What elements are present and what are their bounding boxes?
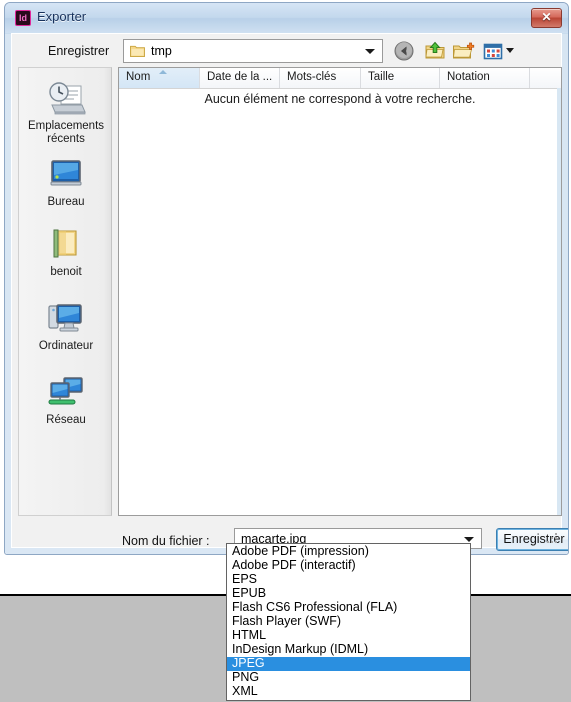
file-type-option[interactable]: Flash Player (SWF)	[227, 615, 470, 629]
close-icon: ✕	[541, 10, 552, 24]
new-folder-icon[interactable]	[452, 40, 476, 62]
column-header-notation[interactable]: Notation	[440, 68, 530, 88]
path-row: Enregistrer tmp	[12, 38, 563, 66]
back-icon[interactable]	[393, 40, 415, 62]
column-label: Taille	[368, 71, 395, 83]
column-label: Nom	[126, 71, 151, 83]
sidebar-item-label: benoit	[50, 266, 82, 278]
save-in-label: Enregistrer	[48, 44, 110, 58]
indesign-id-icon: Id	[15, 10, 31, 26]
network-icon	[48, 377, 83, 405]
column-header-taille[interactable]: Taille	[361, 68, 440, 88]
resize-grip-icon[interactable]	[546, 532, 558, 544]
sidebar-item-label: Réseau	[46, 414, 86, 426]
title-bar[interactable]: Id Exporter ✕	[5, 3, 568, 33]
places-sidebar: Emplacements récents Bureau benoit Ordin…	[18, 67, 112, 516]
sidebar-item-label: Bureau	[47, 196, 85, 208]
file-type-option[interactable]: XML	[227, 685, 470, 699]
file-type-option[interactable]: EPUB	[227, 587, 470, 601]
column-header-nom[interactable]: Nom	[119, 68, 200, 88]
column-header-empty[interactable]	[530, 68, 561, 88]
save-button[interactable]: Enregistrer	[496, 528, 568, 551]
folder-path-combobox[interactable]: tmp	[123, 39, 383, 63]
file-list[interactable]: Nom Date de la ... Mots-clés Taille Nota…	[118, 67, 562, 516]
sidebar-item-recent-places[interactable]: Emplacements récents	[19, 80, 113, 146]
column-header-date[interactable]: Date de la ...	[200, 68, 280, 88]
file-type-option[interactable]: HTML	[227, 629, 470, 643]
screen: Id Exporter ✕ Enregistrer tmp Emplacemen…	[0, 0, 571, 702]
close-button[interactable]: ✕	[531, 8, 562, 28]
window-title: Exporter	[37, 9, 87, 24]
file-type-option[interactable]: Flash CS6 Professional (FLA)	[227, 601, 470, 615]
sidebar-item-label-2: récents	[47, 133, 85, 145]
sort-ascending-icon	[159, 70, 167, 74]
computer-icon	[48, 304, 82, 332]
chevron-down-icon[interactable]	[464, 537, 474, 542]
file-type-option[interactable]: PNG	[227, 671, 470, 685]
column-label: Notation	[447, 71, 490, 83]
column-label: Mots-clés	[287, 71, 337, 83]
up-folder-icon[interactable]	[424, 40, 446, 62]
dialog-body: Enregistrer tmp Emplacements récents Bur…	[11, 33, 568, 551]
column-label: Date de la ...	[207, 71, 273, 83]
views-chevron-down-icon[interactable]	[506, 48, 514, 53]
sidebar-item-label: Emplacements	[27, 120, 105, 132]
folder-icon	[130, 45, 145, 57]
file-type-option[interactable]: EPS	[227, 573, 470, 587]
sidebar-item-desktop[interactable]: Bureau	[19, 156, 113, 209]
chevron-down-icon[interactable]	[365, 49, 375, 54]
user-folder-icon	[53, 229, 77, 258]
column-header-motscles[interactable]: Mots-clés	[280, 68, 361, 88]
recent-places-icon	[49, 82, 86, 115]
folder-path-value: tmp	[151, 44, 172, 58]
file-type-option[interactable]: Adobe PDF (impression)	[227, 545, 470, 559]
file-type-option[interactable]: InDesign Markup (IDML)	[227, 643, 470, 657]
export-dialog: Id Exporter ✕ Enregistrer tmp Emplacemen…	[4, 2, 569, 555]
views-icon[interactable]	[482, 40, 504, 62]
file-type-option[interactable]: JPEG	[227, 657, 470, 671]
sidebar-item-computer[interactable]: Ordinateur	[19, 300, 113, 353]
desktop-icon	[50, 160, 82, 186]
sidebar-item-network[interactable]: Réseau	[19, 374, 113, 427]
file-type-dropdown-list[interactable]: Adobe PDF (impression) Adobe PDF (interac…	[226, 543, 471, 701]
sidebar-item-label: Ordinateur	[38, 340, 94, 352]
cancel-button[interactable]: Annuler	[496, 554, 569, 555]
file-list-header: Nom Date de la ... Mots-clés Taille Nota…	[119, 68, 561, 89]
file-type-option[interactable]: Adobe PDF (interactif)	[227, 559, 470, 573]
file-list-scrollbar[interactable]	[557, 88, 561, 515]
filename-label: Nom du fichier :	[122, 534, 210, 548]
empty-list-message: Aucun élément ne correspond à votre rech…	[204, 92, 476, 106]
sidebar-item-benoit[interactable]: benoit	[19, 226, 113, 279]
